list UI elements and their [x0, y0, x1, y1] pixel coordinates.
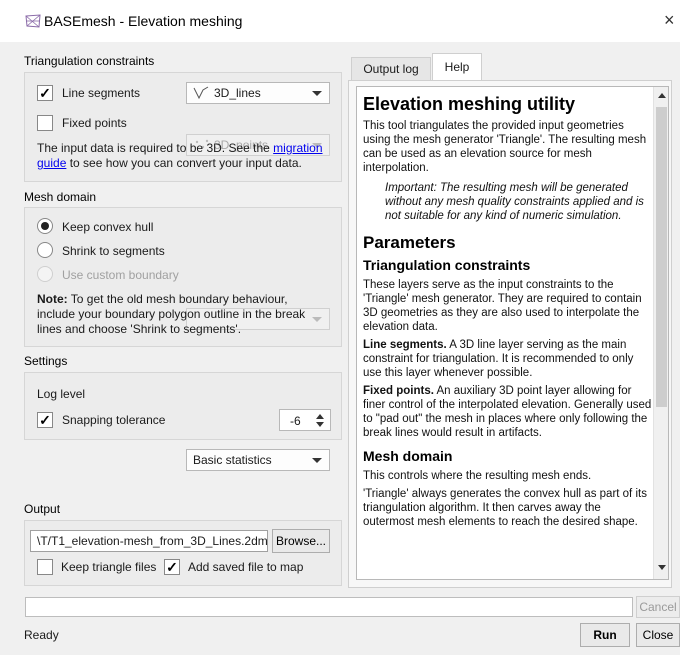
help-browser: Elevation meshing utility This tool tria…: [356, 86, 669, 580]
keep-convex-hull-radio[interactable]: [37, 218, 53, 234]
line-layer-icon: [193, 86, 209, 100]
migration-guide-link-cont[interactable]: guide: [37, 156, 66, 170]
mesh-app-icon: [25, 14, 41, 28]
help-fixed-points-text: Fixed points. An auxiliary 3D point laye…: [363, 385, 652, 439]
chevron-down-icon: [312, 458, 322, 463]
help-scrollbar[interactable]: [653, 87, 668, 579]
status-text: Ready: [24, 628, 59, 642]
triangulation-section-title: Triangulation constraints: [24, 54, 155, 68]
snapping-tolerance-label: Snapping tolerance: [62, 413, 166, 427]
log-level-select[interactable]: Basic statistics: [186, 449, 330, 471]
output-path-field[interactable]: \T/T1_elevation-mesh_from_3D_Lines.2dm: [30, 530, 268, 552]
keep-triangle-files-label: Keep triangle files: [61, 560, 157, 574]
help-content: Elevation meshing utility This tool tria…: [363, 93, 653, 533]
line-segments-layer-value: 3D_lines: [214, 86, 261, 100]
add-to-map-checkbox[interactable]: ✓: [164, 559, 180, 575]
help-mesh-domain-heading: Mesh domain: [363, 448, 453, 464]
scroll-down-icon[interactable]: [658, 565, 666, 570]
spin-down-icon[interactable]: [316, 422, 324, 427]
tab-help[interactable]: Help: [432, 53, 482, 81]
shrink-to-segments-label: Shrink to segments: [62, 244, 165, 258]
mesh-domain-section-title: Mesh domain: [24, 190, 97, 204]
fixed-points-label: Fixed points: [62, 116, 127, 130]
cancel-button[interactable]: Cancel: [636, 596, 680, 618]
help-mesh-domain-text1: This controls where the resulting mesh e…: [363, 470, 592, 482]
help-mesh-domain-text2: 'Triangle' always generates the convex h…: [363, 488, 647, 528]
custom-boundary-radio[interactable]: [37, 266, 53, 282]
browse-button[interactable]: Browse...: [272, 529, 330, 553]
help-triangulation-text: These layers serve as the input constrai…: [363, 279, 642, 333]
window-title: BASEmesh - Elevation meshing: [44, 13, 243, 29]
shrink-to-segments-radio[interactable]: [37, 242, 53, 258]
progress-bar: [25, 597, 633, 617]
settings-section-title: Settings: [24, 354, 68, 368]
keep-triangle-files-checkbox[interactable]: [37, 559, 53, 575]
help-important-note: Important: The resulting mesh will be ge…: [385, 182, 644, 222]
line-segments-layer-select[interactable]: 3D_lines: [186, 82, 330, 104]
snapping-tolerance-checkbox[interactable]: ✓: [37, 412, 53, 428]
triangulation-info-text: The input data is required to be 3D. See…: [37, 141, 323, 170]
migration-guide-link[interactable]: migration: [273, 141, 322, 155]
snapping-tolerance-value: -6: [290, 414, 301, 428]
snapping-tolerance-spinbox[interactable]: -6: [279, 409, 331, 431]
keep-convex-hull-label: Keep convex hull: [62, 220, 154, 234]
help-line-segments-text: Line segments. A 3D line layer serving a…: [363, 339, 634, 379]
chevron-down-icon: [312, 91, 322, 96]
help-triangulation-heading: Triangulation constraints: [363, 257, 531, 273]
line-segments-checkbox[interactable]: ✓: [37, 85, 53, 101]
log-level-value: Basic statistics: [193, 453, 272, 467]
output-section-title: Output: [24, 502, 61, 516]
fixed-points-checkbox[interactable]: [37, 115, 53, 131]
run-button[interactable]: Run: [580, 623, 630, 647]
help-heading: Elevation meshing utility: [363, 94, 576, 114]
custom-boundary-label: Use custom boundary: [62, 268, 179, 282]
help-intro: This tool triangulates the provided inpu…: [363, 120, 647, 174]
scrollbar-thumb[interactable]: [656, 107, 667, 407]
close-button[interactable]: Close: [636, 623, 680, 647]
add-to-map-label: Add saved file to map: [188, 560, 304, 574]
close-window-icon[interactable]: ×: [664, 10, 675, 30]
log-level-label: Log level: [37, 387, 86, 401]
tab-output-log[interactable]: Output log: [351, 57, 431, 80]
spin-up-icon[interactable]: [316, 414, 324, 419]
line-segments-label: Line segments: [62, 86, 141, 100]
mesh-domain-note: Note: To get the old mesh boundary behav…: [37, 292, 306, 336]
scroll-up-icon[interactable]: [658, 93, 666, 98]
help-parameters-heading: Parameters: [363, 233, 456, 252]
